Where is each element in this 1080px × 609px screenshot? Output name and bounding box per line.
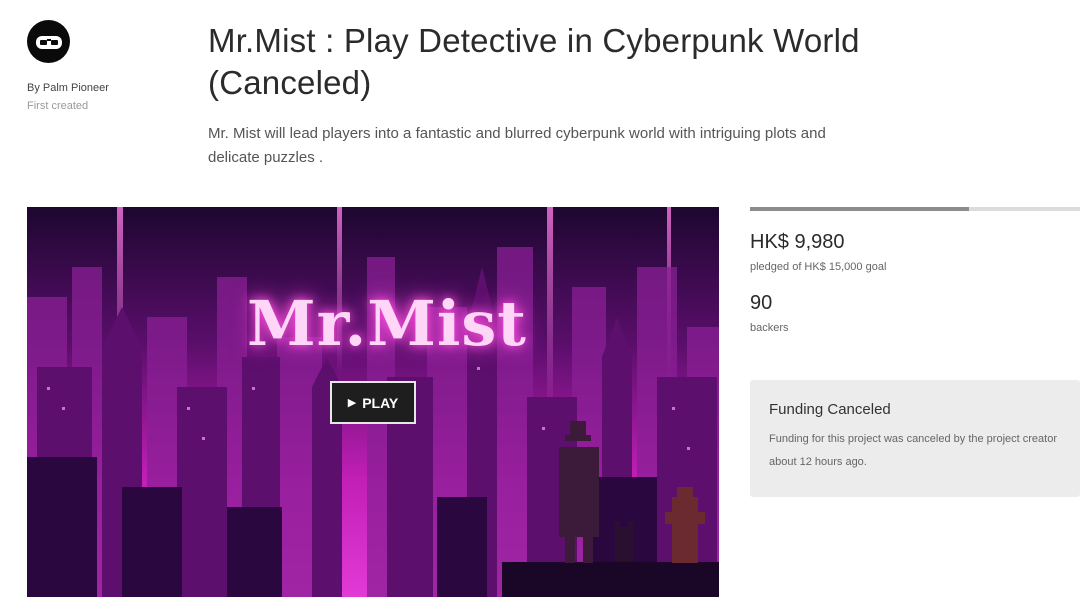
play-button[interactable]: ▶ PLAY [330,381,416,424]
funding-progress-bar [750,207,1080,211]
funding-progress-fill [750,207,970,211]
backers-label: backers [750,322,789,334]
funding-status-panel: Funding Canceled Funding for this projec… [750,380,1080,497]
project-blurb: Mr. Mist will lead players into a fantas… [208,125,826,166]
creator-name[interactable]: By Palm Pioneer [27,82,109,94]
creator-created-label: First created [27,100,89,112]
play-icon: ▶ [347,397,357,409]
pledged-goal: pledged of HK$ 15,000 goal [750,261,887,273]
pledged-amount: HK$ 9,980 [750,231,845,253]
status-message: Funding for this project was canceled by… [769,433,1057,468]
gamepad-icon [35,35,62,49]
video-logo-text: Mr.Mist [247,287,527,360]
play-label: PLAY [362,394,399,411]
status-title: Funding Canceled [769,401,891,418]
project-title: Mr.Mist : Play Detective in Cyberpunk Wo… [208,22,860,101]
creator-avatar[interactable] [27,20,70,63]
backers-count: 90 [750,292,773,314]
